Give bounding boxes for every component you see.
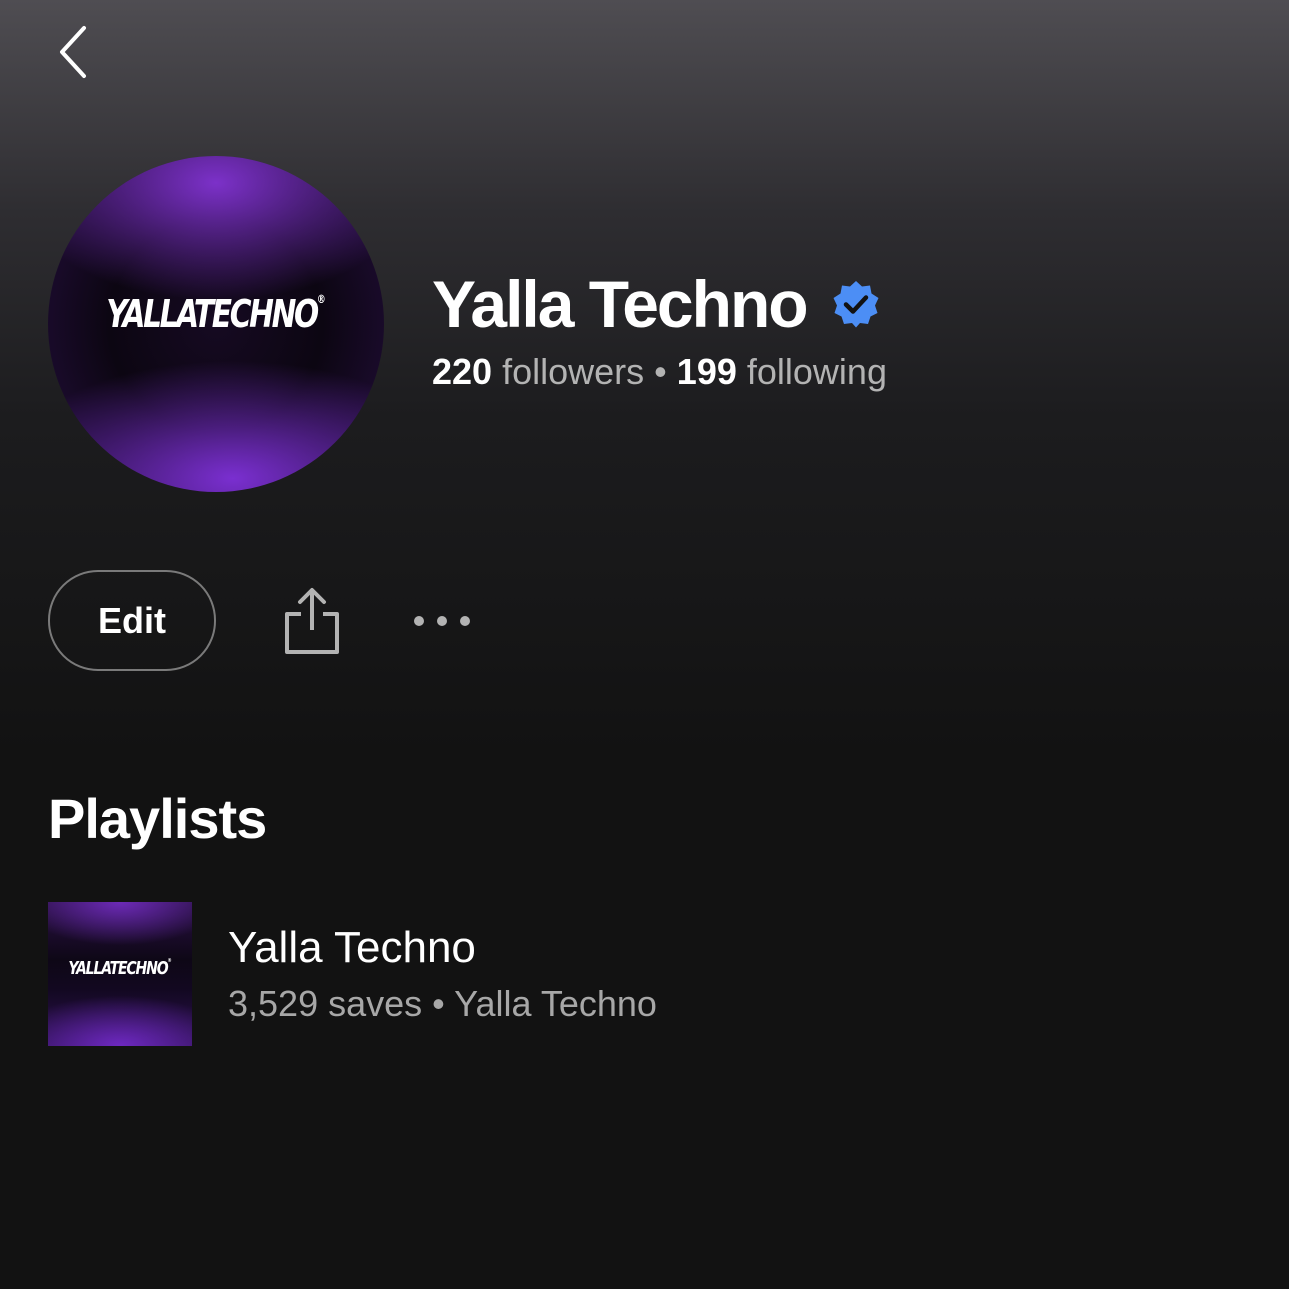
playlist-separator: •: [432, 983, 445, 1024]
profile-name: Yalla Techno: [432, 267, 809, 341]
playlist-thumbnail-logo: YALLATECHNO®: [68, 958, 172, 979]
avatar-logo: YALLATECHNO®: [106, 292, 326, 336]
playlist-owner: Yalla Techno: [454, 983, 657, 1024]
stats-separator: •: [654, 351, 667, 392]
back-button[interactable]: [44, 22, 100, 82]
verified-badge-icon: [831, 279, 881, 329]
more-horizontal-icon: [414, 615, 470, 626]
share-icon: [285, 587, 339, 654]
playlist-item[interactable]: YALLATECHNO® Yalla Techno 3,529 saves • …: [48, 902, 1241, 1046]
followers-label[interactable]: followers: [502, 351, 644, 392]
profile-avatar: YALLATECHNO®: [48, 156, 384, 492]
more-options-button[interactable]: [408, 591, 476, 651]
playlist-subtitle: 3,529 saves • Yalla Techno: [228, 980, 657, 1028]
follow-stats: 220 followers • 199 following: [432, 350, 887, 394]
profile-info: Yalla Techno 220 followers • 199 followi…: [432, 264, 887, 394]
playlist-saves: 3,529 saves: [228, 983, 423, 1024]
share-button[interactable]: [278, 581, 346, 661]
following-label[interactable]: following: [747, 351, 887, 392]
playlist-title: Yalla Techno: [228, 923, 476, 972]
following-count[interactable]: 199: [677, 351, 737, 392]
followers-count[interactable]: 220: [432, 351, 492, 392]
edit-button[interactable]: Edit: [48, 570, 216, 671]
playlist-thumbnail: YALLATECHNO®: [48, 902, 192, 1046]
profile-name-row: Yalla Techno: [432, 264, 887, 344]
profile-actions: Edit: [48, 570, 476, 671]
playlist-text: Yalla Techno 3,529 saves • Yalla Techno: [228, 920, 657, 1028]
playlists-section-title: Playlists: [48, 787, 267, 850]
chevron-left-icon: [60, 26, 86, 78]
